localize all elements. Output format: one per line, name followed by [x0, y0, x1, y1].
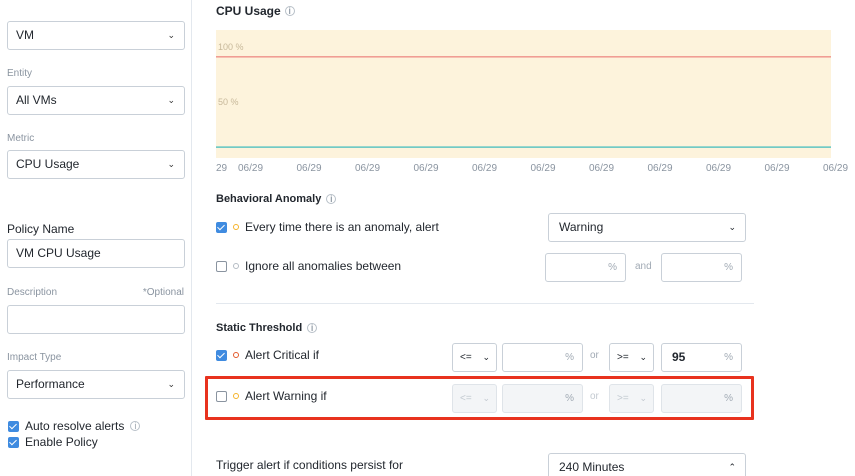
warning-row-highlight-box — [205, 376, 754, 420]
x-tick-label: 06/29 — [823, 163, 849, 174]
x-tick-label: 06/29 — [706, 163, 732, 174]
anomaly-severity-value: Warning — [559, 220, 604, 234]
or-text: or — [590, 350, 599, 361]
percent-unit: % — [608, 262, 617, 273]
entity-label: Entity — [7, 68, 33, 79]
metric-select[interactable]: CPU Usage ⌄ — [7, 150, 185, 179]
and-text: and — [635, 261, 652, 272]
policy-settings-panel: VM ⌄ Entity All VMs ⌄ Metric CPU Usage ⌄… — [0, 0, 192, 476]
anomaly-severity-select[interactable]: Warning ⌄ — [548, 213, 746, 242]
chevron-down-icon: ⌄ — [167, 95, 175, 105]
ignore-from-input[interactable]: % — [545, 253, 626, 282]
policy-name-input[interactable]: VM CPU Usage — [7, 239, 185, 268]
x-tick-label: 06/29 — [589, 163, 615, 174]
behavioral-anomaly-title: Behavioral Anomaly i — [216, 193, 337, 205]
section-divider — [216, 303, 754, 304]
trigger-persist-label: Trigger alert if conditions persist for — [216, 458, 403, 472]
metric-value: CPU Usage — [16, 157, 80, 171]
chevron-down-icon: ⌄ — [167, 379, 175, 389]
ignore-anomalies-row: Ignore all anomalies between — [216, 259, 401, 273]
x-tick-label: 06/29 — [355, 163, 381, 174]
percent-unit: % — [724, 262, 733, 273]
static-threshold-title: Static Threshold i — [216, 322, 318, 334]
status-dot-icon — [233, 263, 239, 269]
chevron-down-icon: ⌄ — [167, 159, 175, 169]
static-threshold-title-text: Static Threshold — [216, 322, 303, 334]
entity-type-select[interactable]: VM ⌄ — [7, 21, 185, 50]
enable-policy-label: Enable Policy — [25, 435, 98, 449]
trigger-duration-value: 240 Minutes — [559, 460, 625, 474]
critical-val1-input[interactable]: % — [502, 343, 583, 372]
alert-critical-label: Alert Critical if — [245, 348, 320, 362]
trigger-duration-select[interactable]: 240 Minutes ⌃ — [548, 453, 746, 476]
optional-note: *Optional — [142, 287, 184, 298]
critical-op2-value: >= — [617, 352, 629, 363]
description-input[interactable] — [7, 305, 185, 334]
percent-unit: % — [565, 352, 574, 363]
description-label: Description — [7, 287, 58, 298]
policy-name-label: Policy Name — [7, 222, 75, 236]
enable-policy-checkbox-row[interactable]: Enable Policy — [8, 435, 98, 449]
chevron-down-icon: ⌄ — [639, 352, 647, 362]
x-tick-label: 06/29 — [647, 163, 673, 174]
cpu-usage-chart: 100 % 50 % — [216, 30, 831, 158]
alert-configuration-panel: CPU Usage i 100 % 50 % 29 06/29 06/29 06/29… — [192, 0, 855, 476]
x-tick-label: 06/29 — [296, 163, 322, 174]
y-tick-label-100: 100 % — [218, 42, 244, 52]
chevron-up-icon: ⌃ — [728, 462, 736, 472]
metric-label: Metric — [7, 133, 35, 144]
alert-critical-row: Alert Critical if — [216, 348, 319, 362]
chart-title-text: CPU Usage — [216, 4, 281, 18]
chart-background-band — [216, 30, 831, 158]
chart-title: CPU Usage i — [216, 4, 295, 18]
behavioral-anomaly-title-text: Behavioral Anomaly — [216, 193, 322, 205]
info-icon[interactable]: i — [326, 194, 337, 204]
chevron-down-icon: ⌄ — [728, 222, 736, 232]
critical-op1-value: <= — [460, 352, 472, 363]
warning-dot-icon — [233, 224, 239, 230]
entity-type-value: VM — [16, 28, 34, 42]
x-axis-ticks: 29 06/29 06/29 06/29 06/29 06/29 06/29 06/29 06/… — [216, 163, 848, 177]
entity-select[interactable]: All VMs ⌄ — [7, 86, 185, 115]
anomaly-every-time-label: Every time there is an anomaly, alert — [245, 220, 439, 234]
x-tick-label: 29 — [216, 163, 228, 174]
critical-val2-input[interactable]: 95 % — [661, 343, 742, 372]
auto-resolve-checkbox-row[interactable]: Auto resolve alerts i — [8, 419, 141, 433]
x-tick-label: 06/29 — [530, 163, 556, 174]
ignore-anomalies-label: Ignore all anomalies between — [245, 259, 402, 273]
x-tick-label: 06/29 — [413, 163, 439, 174]
info-icon[interactable]: i — [307, 323, 318, 333]
impact-type-select[interactable]: Performance ⌄ — [7, 370, 185, 399]
auto-resolve-label: Auto resolve alerts — [25, 419, 125, 433]
entity-value: All VMs — [16, 93, 57, 107]
info-icon[interactable]: i — [284, 6, 295, 16]
enable-policy-checkbox[interactable] — [8, 436, 19, 448]
ignore-to-input[interactable]: % — [661, 253, 742, 282]
chevron-down-icon: ⌄ — [167, 30, 175, 40]
info-icon[interactable]: i — [130, 421, 141, 431]
anomaly-every-time-row: Every time there is an anomaly, alert — [216, 220, 439, 234]
anomaly-every-time-checkbox[interactable] — [216, 221, 227, 233]
ignore-anomalies-checkbox[interactable] — [216, 260, 227, 272]
auto-resolve-checkbox[interactable] — [8, 420, 19, 432]
critical-op2-select[interactable]: >= ⌄ — [609, 343, 654, 372]
impact-type-value: Performance — [16, 377, 85, 391]
critical-op1-select[interactable]: <= ⌄ — [452, 343, 497, 372]
critical-dot-icon — [233, 352, 239, 358]
percent-unit: % — [724, 352, 733, 363]
critical-val2-value: 95 — [672, 350, 686, 364]
chevron-down-icon: ⌄ — [482, 352, 490, 362]
policy-name-value: VM CPU Usage — [16, 246, 101, 260]
x-tick-label: 06/29 — [764, 163, 790, 174]
y-tick-label-50: 50 % — [218, 97, 239, 107]
impact-type-label: Impact Type — [7, 352, 62, 363]
alert-critical-checkbox[interactable] — [216, 349, 227, 361]
x-tick-label: 06/29 — [472, 163, 498, 174]
x-tick-label: 06/29 — [238, 163, 264, 174]
